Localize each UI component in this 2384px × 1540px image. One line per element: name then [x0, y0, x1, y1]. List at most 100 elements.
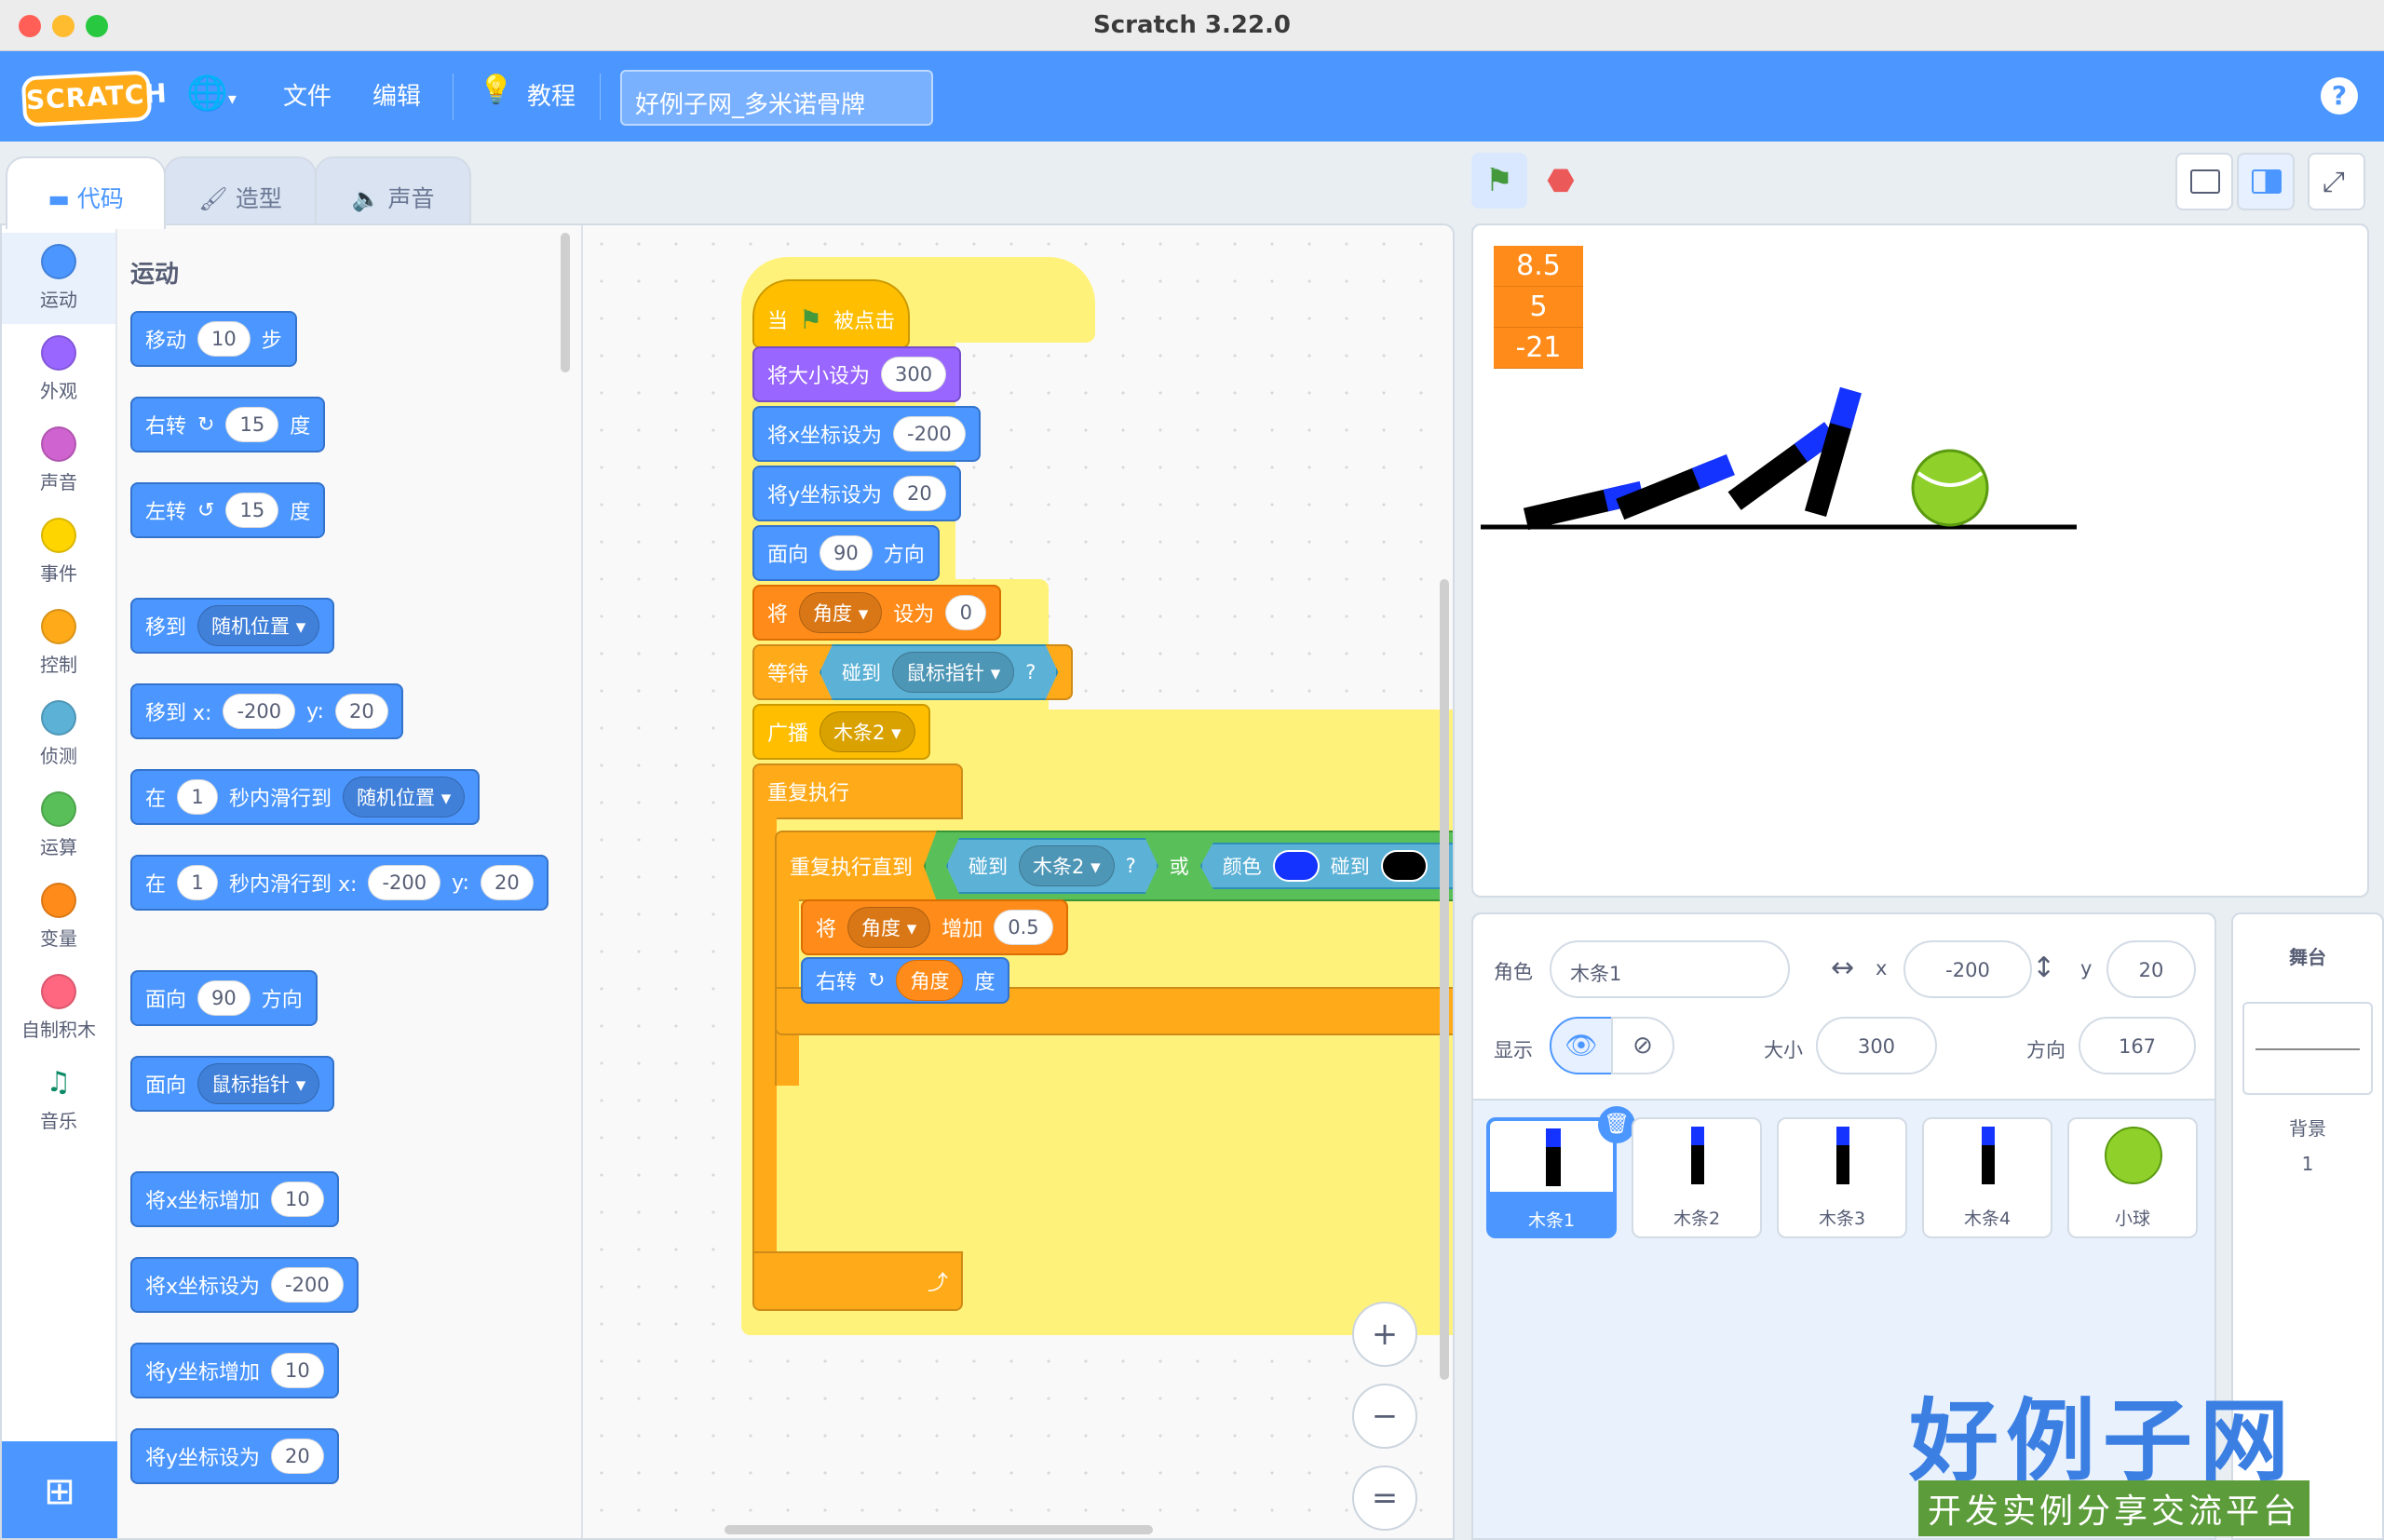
- block-change-x[interactable]: 将x坐标增加 10: [130, 1171, 339, 1227]
- x-input[interactable]: -200: [271, 1267, 344, 1303]
- block-point-direction[interactable]: 面向 90 方向: [130, 970, 318, 1026]
- category-sensing[interactable]: 侦测: [2, 689, 115, 780]
- large-stage-button[interactable]: [2237, 153, 2295, 210]
- x-input[interactable]: -200: [368, 865, 441, 900]
- sprite-tile-3[interactable]: 木条3: [1777, 1117, 1907, 1238]
- zoom-out-button[interactable]: −: [1352, 1384, 1417, 1449]
- x-position-input[interactable]: -200: [1903, 940, 2032, 998]
- color-swatch-blue[interactable]: [1273, 850, 1320, 882]
- script-horizontal-scrollbar[interactable]: [725, 1525, 1153, 1534]
- block-point-direction[interactable]: 面向 90 方向: [752, 525, 940, 581]
- block-goto-xy[interactable]: 移到 x: -200 y: 20: [130, 683, 403, 739]
- block-repeat-until[interactable]: 重复执行直到 碰到木条2? 或 颜色 碰到?: [775, 831, 1455, 901]
- edit-menu[interactable]: 编辑: [372, 77, 421, 112]
- size-input[interactable]: 300: [1816, 1017, 1937, 1074]
- file-menu[interactable]: 文件: [283, 77, 332, 112]
- block-turn-right[interactable]: 右转 ↻ 角度度: [801, 957, 1010, 1004]
- degrees-input[interactable]: 15: [225, 407, 279, 442]
- dy-input[interactable]: 10: [271, 1353, 324, 1388]
- block-turn-right[interactable]: 右转 ↻ 15 度: [130, 397, 326, 453]
- sensing-touching-reporter[interactable]: 碰到鼠标指针?: [820, 644, 1058, 700]
- seconds-input[interactable]: 1: [177, 865, 219, 900]
- sprite-tile-5[interactable]: 小球: [2067, 1117, 2198, 1238]
- block-broadcast[interactable]: 广播 木条2: [752, 704, 930, 760]
- block-set-size[interactable]: 将大小设为 300: [752, 346, 962, 402]
- touch-target-dropdown[interactable]: 木条2: [1019, 845, 1115, 886]
- goto-target-dropdown[interactable]: 随机位置: [197, 605, 320, 646]
- value-input[interactable]: 0: [945, 595, 987, 630]
- zoom-in-button[interactable]: +: [1352, 1302, 1417, 1367]
- variable-reporter[interactable]: 角度: [896, 960, 964, 1001]
- hide-sprite-button[interactable]: ⊘: [1611, 1017, 1674, 1074]
- category-operators[interactable]: 运算: [2, 780, 115, 871]
- category-variables[interactable]: 变量: [2, 871, 115, 963]
- block-change-y[interactable]: 将y坐标增加 10: [130, 1343, 339, 1398]
- language-globe-icon[interactable]: 🌐▾: [186, 74, 237, 113]
- steps-input[interactable]: 10: [197, 321, 251, 357]
- block-move-steps[interactable]: 移动 10 步: [130, 311, 297, 367]
- tab-code[interactable]: ▬ 代码: [6, 156, 166, 229]
- block-set-x[interactable]: 将x坐标设为 -200: [752, 406, 981, 462]
- stage-canvas[interactable]: 8.5 5 -21: [1471, 223, 2369, 898]
- block-set-y[interactable]: 将y坐标设为 20: [752, 466, 961, 521]
- add-extension-button[interactable]: ⊞: [2, 1441, 117, 1538]
- category-my-blocks[interactable]: 自制积木: [2, 963, 115, 1054]
- palette-scrollbar[interactable]: [561, 233, 570, 372]
- block-glide-xy[interactable]: 在 1 秒内滑行到 x: -200 y: 20: [130, 855, 549, 911]
- category-looks[interactable]: 外观: [2, 324, 115, 415]
- delete-sprite-button[interactable]: 🗑: [1598, 1106, 1635, 1143]
- message-dropdown[interactable]: 木条2: [820, 711, 915, 752]
- glide-target-dropdown[interactable]: 随机位置: [343, 777, 466, 817]
- tab-sounds[interactable]: 🔈 声音: [315, 156, 471, 223]
- block-point-towards[interactable]: 面向 鼠标指针: [130, 1056, 335, 1112]
- block-set-variable[interactable]: 将角度设为 0: [752, 585, 1002, 641]
- variable-dropdown[interactable]: 角度: [799, 592, 883, 633]
- touch-target-dropdown[interactable]: 鼠标指针: [892, 652, 1014, 693]
- help-button[interactable]: ?: [2321, 77, 2358, 115]
- block-set-x[interactable]: 将x坐标设为 -200: [130, 1257, 359, 1313]
- show-sprite-button[interactable]: 👁: [1550, 1017, 1613, 1074]
- category-music[interactable]: ♫ 音乐: [2, 1054, 115, 1145]
- scratch-logo[interactable]: SCRATCH: [20, 70, 169, 128]
- size-input[interactable]: 300: [881, 357, 947, 392]
- direction-input[interactable]: 90: [820, 535, 873, 571]
- block-turn-left[interactable]: 左转 ↺ 15 度: [130, 482, 326, 538]
- category-sound[interactable]: 声音: [2, 415, 115, 507]
- variable-dropdown[interactable]: 角度: [847, 907, 931, 948]
- seconds-input[interactable]: 1: [177, 779, 219, 815]
- y-position-input[interactable]: 20: [2106, 940, 2196, 998]
- y-input[interactable]: 20: [893, 476, 946, 511]
- block-forever[interactable]: 重复执行 ⤴ 重复执行直到 碰到木条2? 或 颜色碰到? 将角度增加0.5 右转…: [752, 763, 1455, 1313]
- block-when-flag-clicked[interactable]: 当 ⚑ 被点击: [752, 279, 911, 348]
- direction-input[interactable]: 90: [197, 980, 251, 1016]
- sensing-touching-reporter[interactable]: 碰到木条2?: [946, 838, 1158, 894]
- x-input[interactable]: -200: [893, 416, 966, 452]
- sensing-color-touching-reporter[interactable]: 颜色碰到?: [1200, 843, 1455, 889]
- script-area[interactable]: 当 ⚑ 被点击 将大小设为 300 将x坐标设为 -200 将y坐标设为 20 面向 90 方…: [583, 225, 1455, 1538]
- dx-input[interactable]: 10: [271, 1182, 324, 1217]
- direction-input[interactable]: 167: [2079, 1017, 2196, 1074]
- block-wait-until[interactable]: 等待 碰到鼠标指针?: [752, 644, 1074, 700]
- operator-or-reporter[interactable]: 碰到木条2? 或 颜色 碰到?: [924, 831, 1455, 901]
- y-input[interactable]: 20: [334, 694, 388, 729]
- zoom-reset-button[interactable]: =: [1352, 1466, 1417, 1531]
- script-vertical-scrollbar[interactable]: [1440, 579, 1449, 1380]
- sprite-tile-4[interactable]: 木条4: [1922, 1117, 2052, 1238]
- block-glide[interactable]: 在 1 秒内滑行到 随机位置: [130, 769, 481, 825]
- green-flag-button[interactable]: ⚑: [1471, 153, 1527, 209]
- project-title-input[interactable]: 好例子网_多米诺骨牌: [620, 70, 933, 126]
- fullscreen-button[interactable]: ⤢: [2308, 153, 2365, 210]
- y-input[interactable]: 20: [480, 865, 534, 900]
- category-control[interactable]: 控制: [2, 598, 115, 689]
- color-swatch-black[interactable]: [1381, 850, 1428, 882]
- block-change-variable[interactable]: 将角度增加 0.5: [801, 899, 1068, 955]
- tutorials-menu[interactable]: 教程: [527, 77, 576, 112]
- sprite-tile-2[interactable]: 木条2: [1632, 1117, 1762, 1238]
- sprite-tile-1[interactable]: 木条1 🗑: [1486, 1106, 1635, 1238]
- lightbulb-icon[interactable]: 💡: [479, 74, 513, 106]
- value-input[interactable]: 0.5: [994, 910, 1053, 945]
- degrees-input[interactable]: 15: [225, 493, 279, 528]
- stop-button[interactable]: ⬣: [1533, 153, 1589, 209]
- block-goto[interactable]: 移到 随机位置: [130, 598, 335, 654]
- sprite-name-input[interactable]: 木条1: [1550, 940, 1790, 998]
